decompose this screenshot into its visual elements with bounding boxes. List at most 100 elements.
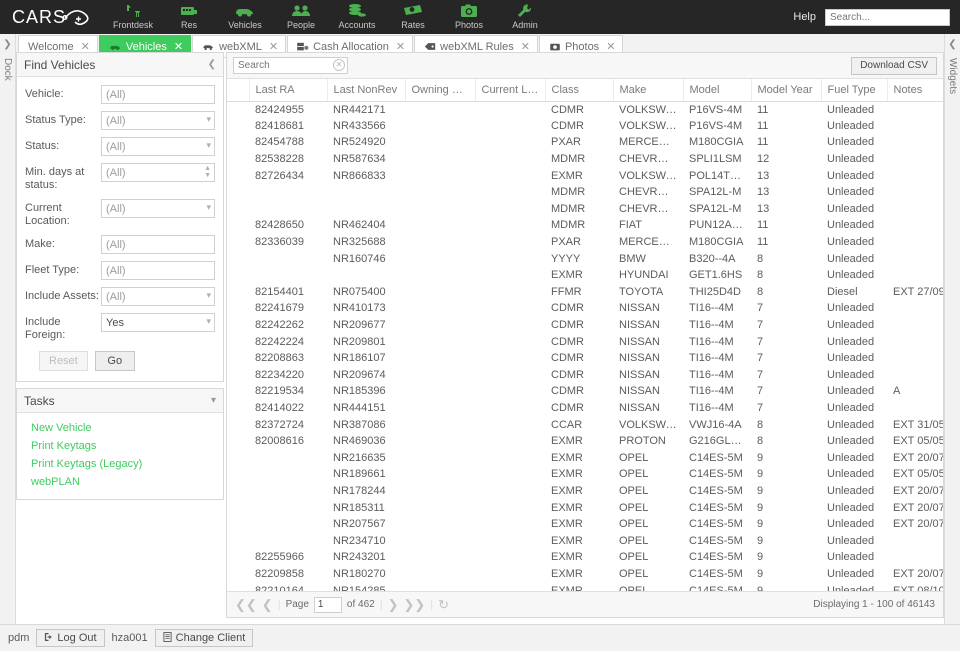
collapse-left-icon[interactable]: ❮ [948,39,956,50]
last-page-icon[interactable]: ❯❯ [404,597,426,613]
widgets-rail-label[interactable]: Widgets [947,58,958,94]
field-status-type: Status Type: ▾ [25,111,215,130]
table-row[interactable]: 82726434 NR866833 EXMR VOLKSWAG POL14THM 13 Un… [227,167,943,184]
global-search-input[interactable] [825,8,950,26]
table-row[interactable]: 82255966 NR243201 EXMR OPEL C14ES-5M 9 Unleade… [227,549,943,566]
table-row[interactable]: 82234220 NR209674 CDMR NISSAN TI16--4M 7 Unlea… [227,367,943,384]
table-row[interactable]: MDMR CHEVROLE SPA12L-M 13 Unleaded [227,184,943,201]
col-current-location[interactable]: Current Lo... [475,79,546,102]
status-select[interactable] [101,137,215,156]
first-page-icon[interactable]: ❮❮ [235,597,257,613]
col-notes[interactable]: Notes [887,79,943,102]
table-row[interactable]: 82418681 NR433566 CDMR VOLKSWAG P16VS-4M 11 Un… [227,118,943,135]
col-select[interactable] [227,79,250,102]
task-print-keytags-legacy[interactable]: Print Keytags (Legacy) [17,455,223,473]
page-number-input[interactable] [313,596,342,613]
col-class[interactable]: Class [545,79,614,102]
table-row[interactable]: 82428650 NR462404 MDMR FIAT PUN12ACM 11 Unlead… [227,217,943,234]
table-cell: 12 [757,153,770,166]
nav-item-rates[interactable]: Rates [385,0,441,34]
table-row[interactable]: 82008616 NR469036 EXMR PROTON G216GLXM 8 Unlea… [227,433,943,450]
chevron-down-icon[interactable]: ▾ [211,395,216,406]
table-row[interactable]: 82414022 NR444151 CDMR NISSAN TI16--4M 7 Unlea… [227,400,943,417]
include-assets-select[interactable] [101,287,215,306]
table-row[interactable]: 82424955 NR442171 CDMR VOLKSWAG P16VS-4M 11 Un… [227,101,943,118]
nav-label: Admin [512,20,538,30]
help-link[interactable]: Help [793,11,816,23]
tag-icon [424,42,436,51]
nav-item-vehicles[interactable]: Vehicles [217,0,273,34]
col-make[interactable]: Make [613,79,684,102]
grid-scroll-area[interactable]: Last RA Last NonRev Owning Lo... Current… [227,79,943,591]
nav-item-admin[interactable]: Admin [497,0,553,34]
cars-logo[interactable]: CARS [0,4,105,30]
clear-search-icon[interactable]: ✕ [333,59,345,71]
table-cell: VOLKSWAG [619,103,682,116]
find-actions: Reset Go [25,349,215,371]
table-row[interactable]: NR234710 EXMR OPEL C14ES-5M 9 Unleaded [227,532,943,549]
nav-item-accounts[interactable]: Accounts [329,0,385,34]
log-out-button[interactable]: Log Out [36,629,105,647]
task-webplan[interactable]: webPLAN [17,473,223,491]
status-type-select[interactable] [101,111,215,130]
expand-right-icon[interactable]: ❯ [3,39,11,50]
table-row[interactable]: EXMR HYUNDAI GET1.6HS 8 Unleaded [227,267,943,284]
table-row[interactable]: 82219534 NR185396 CDMR NISSAN TI16--4M 7 Unlea… [227,383,943,400]
table-row[interactable]: 82372724 NR387086 CCAR VOLKSWAG VWJ16-4A 8 Unl… [227,416,943,433]
table-row[interactable]: 82209858 NR180270 EXMR OPEL C14ES-5M 9 Unleade… [227,566,943,583]
task-print-keytags[interactable]: Print Keytags [17,437,223,455]
vehicle-input[interactable] [101,85,215,104]
nav-item-res[interactable]: Res [161,0,217,34]
table-row[interactable]: 82538228 NR587634 MDMR CHEVROLE SPLI1LSM 12 Un… [227,151,943,168]
table-row[interactable]: 82241679 NR410173 CDMR NISSAN TI16--4M 7 Unlea… [227,300,943,317]
table-row[interactable]: NR185311 EXMR OPEL C14ES-5M 9 Unleaded EXT 20/… [227,499,943,516]
collapse-icon[interactable]: ❮ [208,59,216,70]
go-button[interactable]: Go [94,351,135,371]
current-location-select[interactable] [101,199,215,218]
table-cell: NR387086 [333,418,386,431]
table-row[interactable]: 82242224 NR209801 CDMR NISSAN TI16--4M 7 Unlea… [227,333,943,350]
header-row: Last RA Last NonRev Owning Lo... Current… [227,79,943,102]
table-cell [887,367,943,384]
table-cell [227,250,249,267]
refresh-icon[interactable]: ↻ [438,597,449,613]
reset-button[interactable]: Reset [39,351,88,371]
table-row[interactable]: 82154401 NR075400 FFMR TOYOTA THI25D4D 8 Diese… [227,284,943,301]
dock-rail-label[interactable]: Dock [2,58,13,81]
table-row[interactable]: NR207567 EXMR OPEL C14ES-5M 9 Unleaded EXT 20/… [227,516,943,533]
col-fuel-type[interactable]: Fuel Type [821,79,888,102]
change-client-button[interactable]: Change Client [154,629,254,647]
make-input[interactable] [101,235,215,254]
table-row[interactable]: 82336039 NR325688 PXAR MERCEDES M180CGIA 11 Un… [227,234,943,251]
min-days-stepper[interactable] [101,163,215,182]
table-cell: Unleaded [827,252,875,265]
col-last-ra[interactable]: Last RA [249,79,328,102]
col-model[interactable]: Model [683,79,752,102]
table-row[interactable]: 82210164 NR154285 EXMR OPEL C14ES-5M 9 Unleade… [227,582,943,591]
table-row[interactable]: MDMR CHEVROLE SPA12L-M 13 Unleaded [227,201,943,218]
col-last-nonrev[interactable]: Last NonRev [327,79,406,102]
include-foreign-select[interactable] [101,313,215,332]
nav-item-photos[interactable]: Photos [441,0,497,34]
table-cell: C14ES-5M [689,567,743,580]
table-row[interactable]: NR160746 YYYY BMW B320--4A 8 Unleaded [227,250,943,267]
table-row[interactable]: 82454788 NR524920 PXAR MERCEDES M180CGIA 11 Un… [227,134,943,151]
previous-page-icon[interactable]: ❮ [262,597,273,613]
nav-item-people[interactable]: People [273,0,329,34]
table-row[interactable]: 82242262 NR209677 CDMR NISSAN TI16--4M 7 Unlea… [227,317,943,334]
col-owning-location[interactable]: Owning Lo... [405,79,476,102]
table-cell [327,267,405,284]
next-page-icon[interactable]: ❯ [388,597,399,613]
panel-title: Tasks [24,393,55,408]
col-model-year[interactable]: Model Year [751,79,822,102]
task-new-vehicle[interactable]: New Vehicle [17,419,223,437]
nav-item-frontdesk[interactable]: Frontdesk [105,0,161,34]
table-cell: EXT 31/05/... [893,418,943,431]
table-row[interactable]: 82208863 NR186107 CDMR NISSAN TI16--4M 7 Unlea… [227,350,943,367]
download-csv-button[interactable]: Download CSV [851,56,937,75]
fleet-type-input[interactable] [101,261,215,280]
table-row[interactable]: NR178244 EXMR OPEL C14ES-5M 9 Unleaded EXT 20/… [227,483,943,500]
grid-search-input[interactable] [233,57,348,74]
table-row[interactable]: NR216635 EXMR OPEL C14ES-5M 9 Unleaded EXT 20/… [227,449,943,466]
table-row[interactable]: NR189661 EXMR OPEL C14ES-5M 9 Unleaded EXT 05/… [227,466,943,483]
